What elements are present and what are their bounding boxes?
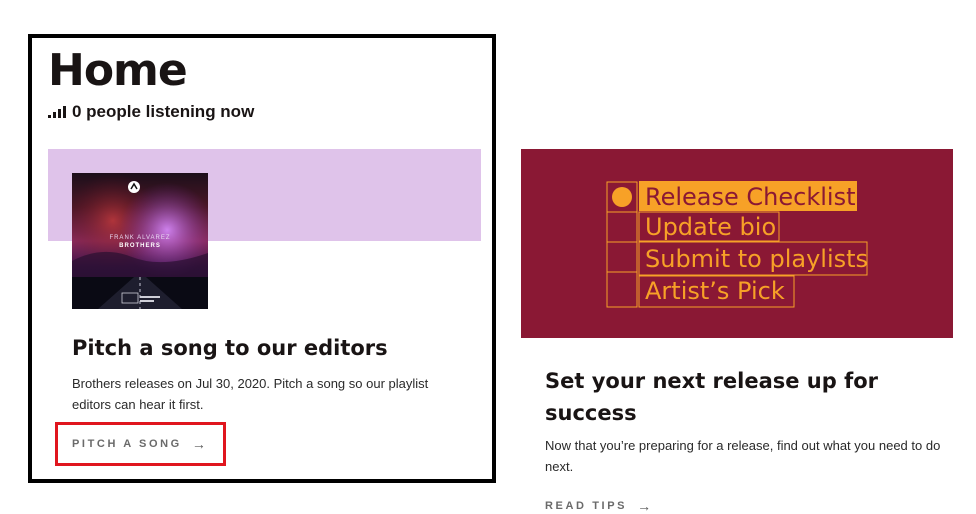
promo-card-description: Now that you’re preparing for a release,… bbox=[545, 438, 941, 474]
album-artist-text: FRANK ALVAREZ bbox=[109, 235, 171, 241]
album-title-text: BROTHERS bbox=[119, 243, 161, 249]
arrow-right-icon: → bbox=[637, 498, 652, 514]
page-title: Home bbox=[48, 45, 188, 96]
pitch-card-title: Pitch a song to our editors bbox=[72, 336, 388, 360]
read-tips-label: READ TIPS bbox=[545, 500, 628, 512]
read-tips-button[interactable]: READ TIPS → bbox=[545, 498, 651, 514]
pitch-a-song-label: PITCH A SONG bbox=[72, 438, 182, 450]
album-cover[interactable]: FRANK ALVAREZ BROTHERS bbox=[72, 173, 208, 309]
release-checklist-illustration: Release Checklist Update bio Submit to p… bbox=[521, 149, 953, 338]
pitch-card-description: Brothers releases on Jul 30, 2020. Pitch… bbox=[72, 376, 429, 412]
promo-card-title: Set your next release up for success bbox=[545, 369, 879, 425]
checklist-item-2: Update bio bbox=[645, 213, 777, 241]
bars-icon bbox=[48, 106, 66, 118]
checklist-item-1: Release Checklist bbox=[645, 183, 856, 211]
checklist-item-4: Artist’s Pick bbox=[645, 277, 785, 305]
checklist-item-3: Submit to playlists bbox=[645, 245, 869, 273]
pitch-a-song-button[interactable]: PITCH A SONG → bbox=[72, 436, 206, 452]
listening-count-text: 0 people listening now bbox=[72, 102, 255, 121]
album-cover-art bbox=[72, 173, 208, 309]
listening-status: 0 people listening now bbox=[48, 100, 254, 124]
arrow-right-icon: → bbox=[191, 436, 206, 452]
